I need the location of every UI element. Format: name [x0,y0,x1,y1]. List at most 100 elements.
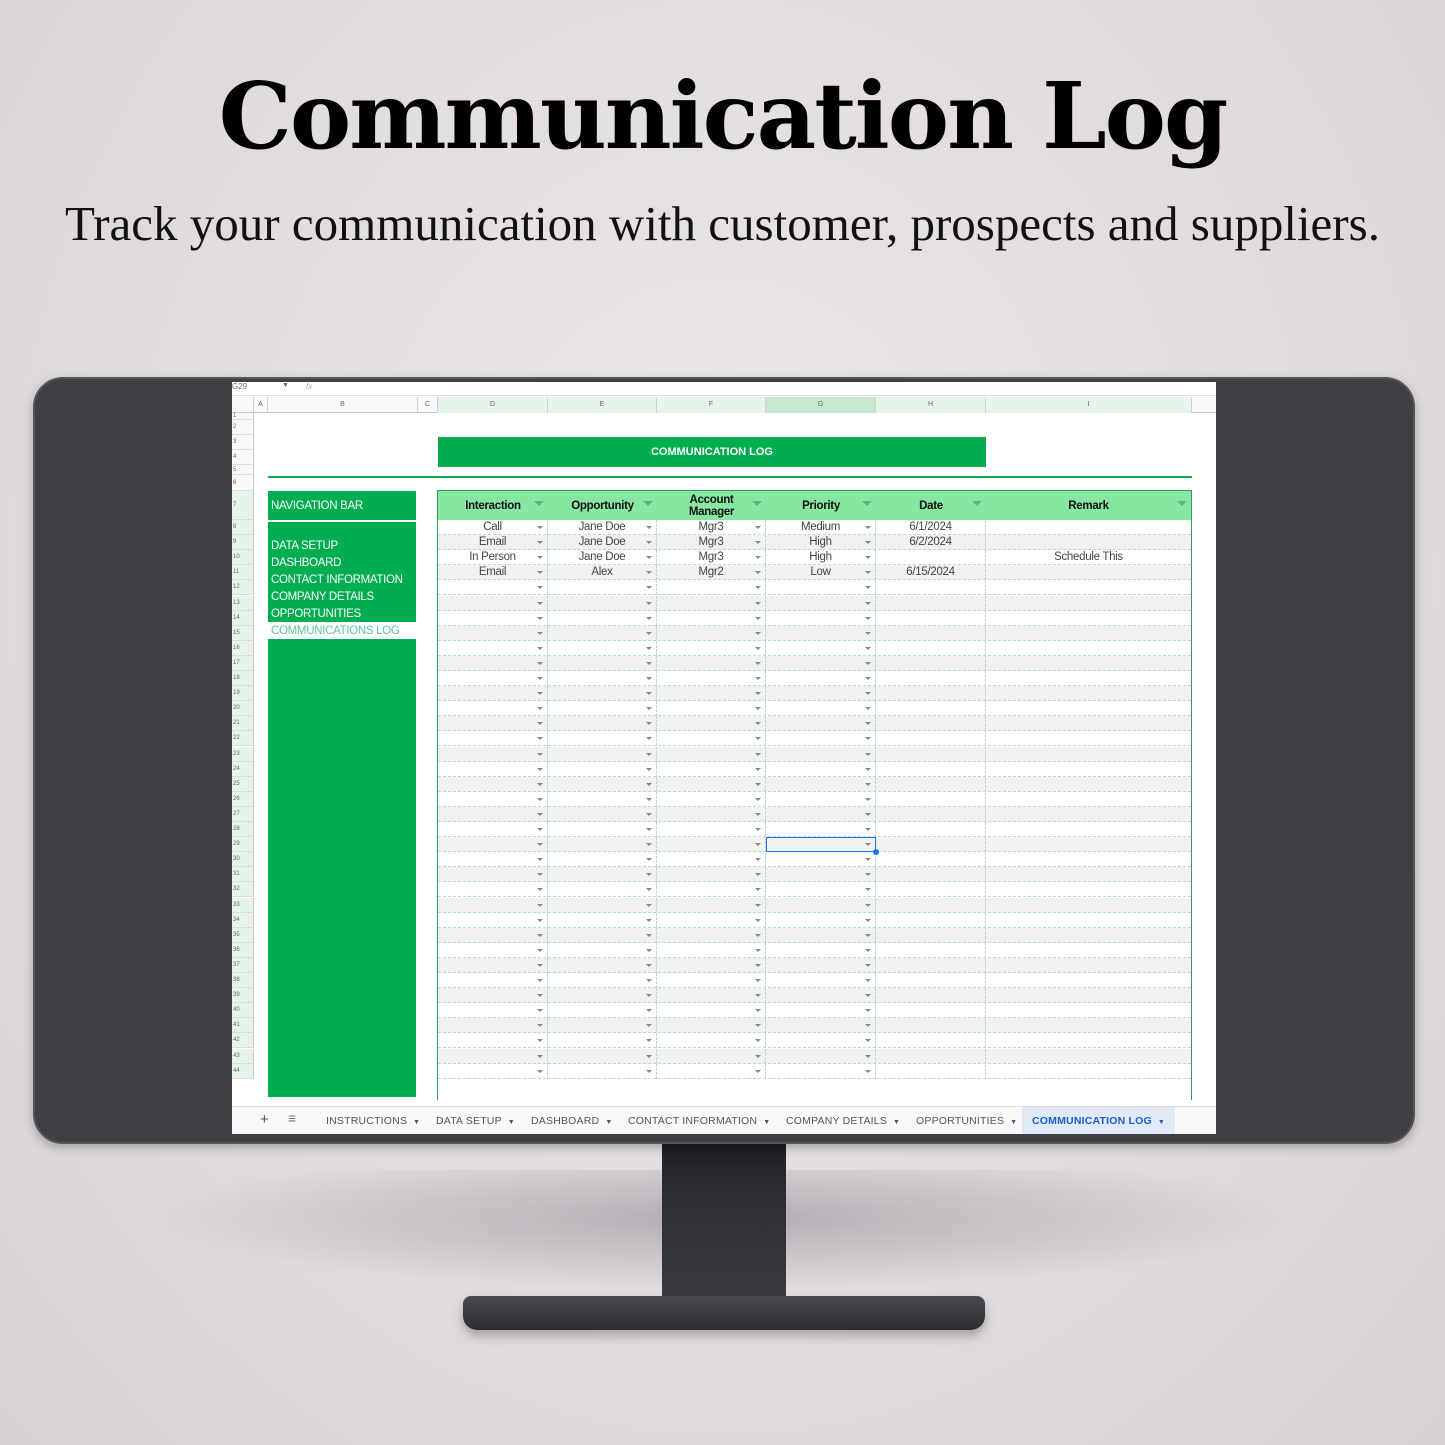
cell-date[interactable] [876,1003,986,1019]
dropdown-arrow-icon[interactable] [755,903,761,907]
dropdown-arrow-icon[interactable] [755,843,761,847]
column-header-a[interactable]: A [254,397,268,413]
cell-priority[interactable] [766,595,876,611]
cell-opportunity[interactable] [548,1033,657,1049]
dropdown-arrow-icon[interactable] [537,797,543,801]
cell-remark[interactable] [986,1049,1191,1064]
cell-date[interactable] [876,731,986,747]
dropdown-arrow-icon[interactable] [865,707,871,711]
cell-account-manager[interactable] [657,776,766,792]
cell-interaction[interactable] [438,791,548,807]
select-all-corner[interactable] [232,397,254,413]
cell-date[interactable] [876,822,986,837]
cell-interaction[interactable] [438,942,548,958]
cell-opportunity[interactable]: Jane Doe [548,520,657,535]
dropdown-arrow-icon[interactable] [646,797,652,801]
row-header-22[interactable]: 22 [232,731,254,747]
cell-date[interactable] [876,806,986,822]
active-cell-selection[interactable] [766,837,876,853]
cell-date[interactable] [876,550,986,566]
cell-account-manager[interactable] [657,852,766,868]
cell-account-manager[interactable] [657,867,766,883]
cell-date[interactable] [876,867,986,883]
dropdown-arrow-icon[interactable] [537,601,543,605]
nav-link-contact-information[interactable]: CONTACT INFORMATION [271,573,403,587]
cell-opportunity[interactable] [548,882,657,898]
cell-date[interactable] [876,776,986,792]
chevron-down-icon[interactable]: ▼ [508,1119,515,1126]
dropdown-arrow-icon[interactable] [646,601,652,605]
dropdown-arrow-icon[interactable] [755,828,761,831]
cell-priority[interactable] [766,882,876,898]
cell-remark[interactable] [986,928,1191,943]
cell-account-manager[interactable] [657,957,766,973]
dropdown-arrow-icon[interactable] [755,948,761,952]
cell-account-manager[interactable] [657,837,766,853]
cell-priority[interactable] [766,867,876,883]
row-header-7[interactable]: 7 [232,491,254,520]
filter-icon[interactable] [643,501,653,506]
cell-priority[interactable]: Low [766,565,876,581]
dropdown-arrow-icon[interactable] [537,782,543,786]
dropdown-arrow-icon[interactable] [537,586,543,590]
cell-priority[interactable]: High [766,535,876,551]
dropdown-arrow-icon[interactable] [646,586,652,590]
cell-remark[interactable] [986,943,1191,958]
cell-interaction[interactable] [438,655,548,671]
cell-date[interactable] [876,1063,986,1079]
dropdown-arrow-icon[interactable] [755,858,761,862]
cell-remark[interactable] [986,535,1191,550]
dropdown-arrow-icon[interactable] [755,677,761,680]
dropdown-arrow-icon[interactable] [755,692,761,696]
cell-interaction[interactable] [438,822,548,837]
dropdown-arrow-icon[interactable] [755,963,761,967]
cell-account-manager[interactable] [657,791,766,807]
dropdown-arrow-icon[interactable] [755,1039,761,1043]
dropdown-arrow-icon[interactable] [865,661,871,665]
cell-interaction[interactable] [438,1063,548,1079]
cell-opportunity[interactable] [548,1048,657,1064]
dropdown-arrow-icon[interactable] [755,1069,761,1073]
cell-account-manager[interactable] [657,1048,766,1064]
cell-interaction[interactable] [438,716,548,732]
cell-interaction[interactable]: Email [438,565,548,581]
row-header-19[interactable]: 19 [232,686,254,702]
cell-account-manager[interactable] [657,595,766,611]
cell-account-manager[interactable] [657,973,766,988]
cell-interaction[interactable] [438,1003,548,1019]
dropdown-arrow-icon[interactable] [646,994,652,998]
cell-opportunity[interactable] [548,942,657,958]
row-header-29[interactable]: 29 [232,837,254,853]
row-header-11[interactable]: 11 [232,565,254,581]
dropdown-arrow-icon[interactable] [537,541,543,545]
row-header-10[interactable]: 10 [232,550,254,566]
nav-link-dashboard[interactable]: DASHBOARD [271,556,341,570]
cell-account-manager[interactable] [657,988,766,1004]
row-header-39[interactable]: 39 [232,988,254,1004]
cell-date[interactable] [876,625,986,641]
dropdown-arrow-icon[interactable] [646,979,652,982]
cell-opportunity[interactable] [548,640,657,656]
cell-priority[interactable] [766,776,876,792]
dropdown-arrow-icon[interactable] [865,888,871,892]
cell-opportunity[interactable] [548,595,657,611]
cell-account-manager[interactable] [657,912,766,928]
cell-remark[interactable] [986,716,1191,731]
cell-date[interactable] [876,791,986,807]
dropdown-arrow-icon[interactable] [537,737,543,741]
chevron-down-icon[interactable]: ▼ [605,1119,612,1126]
cell-account-manager[interactable] [657,580,766,596]
row-header-18[interactable]: 18 [232,671,254,687]
cell-account-manager[interactable] [657,625,766,641]
cell-opportunity[interactable]: Alex [548,565,657,581]
cell-opportunity[interactable] [548,927,657,943]
cell-interaction[interactable] [438,867,548,883]
cell-priority[interactable] [766,610,876,626]
dropdown-arrow-icon[interactable] [646,571,652,575]
cell-remark[interactable] [986,626,1191,641]
row-header-25[interactable]: 25 [232,776,254,792]
cell-opportunity[interactable] [548,716,657,732]
cell-account-manager[interactable] [657,806,766,822]
dropdown-arrow-icon[interactable] [646,677,652,680]
chevron-down-icon[interactable]: ▼ [893,1119,900,1126]
